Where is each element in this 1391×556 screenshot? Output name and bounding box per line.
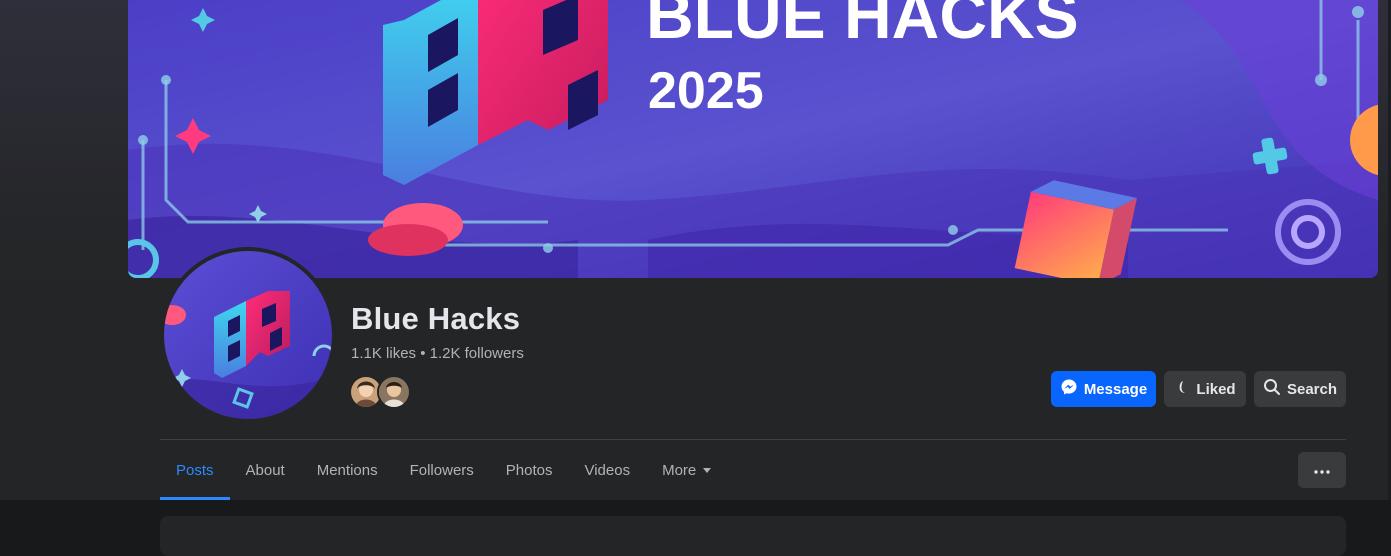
- thumbs-up-icon: [1174, 379, 1190, 399]
- tab-videos[interactable]: Videos: [568, 440, 646, 500]
- caret-down-icon: [702, 462, 712, 479]
- tab-label: About: [245, 461, 285, 479]
- cover-artwork: BLUE HACKS 2025: [128, 0, 1378, 278]
- tab-posts[interactable]: Posts: [160, 440, 230, 500]
- message-button-label: Message: [1083, 380, 1148, 398]
- message-button[interactable]: Message: [1051, 371, 1156, 407]
- page-tabs: Posts About Mentions Followers Photos Vi…: [160, 440, 728, 500]
- page-avatar[interactable]: [164, 251, 332, 419]
- page-title: Blue Hacks: [351, 301, 521, 336]
- tab-about[interactable]: About: [230, 440, 301, 500]
- friend-avatar[interactable]: [377, 375, 411, 409]
- liked-button[interactable]: Liked: [1164, 371, 1246, 407]
- page-stats[interactable]: 1.1K likes • 1.2K followers: [351, 345, 524, 362]
- tab-more[interactable]: More: [646, 440, 728, 500]
- tab-photos[interactable]: Photos: [490, 440, 569, 500]
- tab-followers[interactable]: Followers: [394, 440, 490, 500]
- tab-label: Mentions: [316, 461, 378, 479]
- search-icon: [1263, 378, 1281, 400]
- overflow-menu-button[interactable]: [1298, 452, 1346, 488]
- tab-label: Videos: [584, 461, 631, 479]
- search-button[interactable]: Search: [1254, 371, 1346, 407]
- content-card: [160, 516, 1346, 556]
- liked-button-label: Liked: [1196, 380, 1236, 398]
- ellipsis-icon: [1314, 461, 1330, 479]
- messenger-icon: [1060, 378, 1078, 400]
- search-button-label: Search: [1286, 380, 1338, 398]
- tab-mentions[interactable]: Mentions: [301, 440, 394, 500]
- cover-title-line1: BLUE HACKS: [646, 0, 1079, 52]
- tab-label: Photos: [505, 461, 553, 479]
- tab-label: Posts: [176, 461, 214, 479]
- cover-photo[interactable]: BLUE HACKS 2025: [128, 0, 1378, 278]
- tab-label: Followers: [409, 461, 474, 479]
- cover-title-line2: 2025: [648, 62, 764, 120]
- tab-label: More: [662, 461, 697, 479]
